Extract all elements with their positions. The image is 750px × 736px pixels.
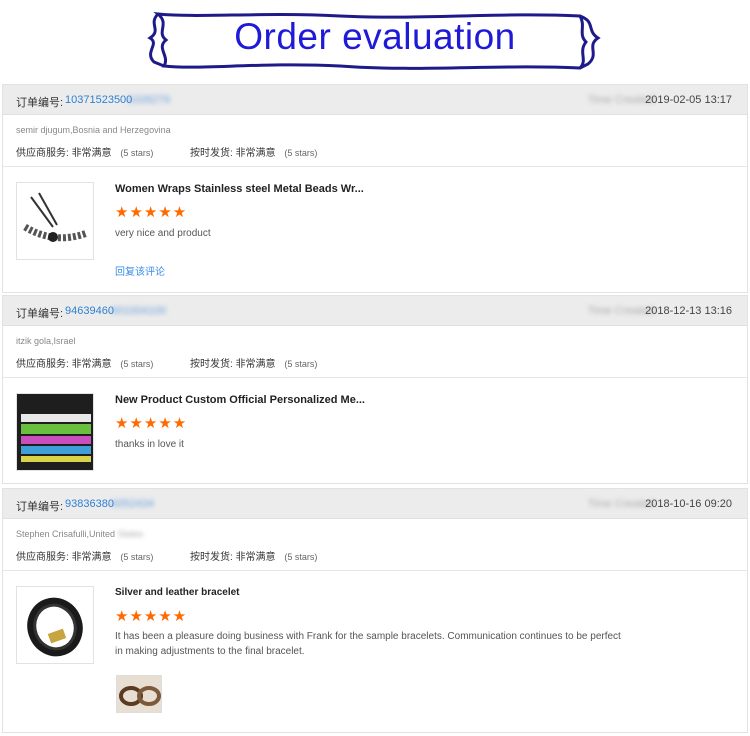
review-photo[interactable] xyxy=(116,675,162,713)
star-rating-icon: ★★★★★ xyxy=(115,608,188,625)
shipping-rating: 按时发货: 非常满意 (5 stars) xyxy=(190,144,317,159)
supplier-service-rating: 供应商服务: 非常满意 (5 stars) xyxy=(16,144,153,159)
order-number-label: 订单编号: xyxy=(16,97,64,109)
rating-value: 非常满意 xyxy=(235,552,276,563)
rating-stars-text: (5 stars) xyxy=(120,148,154,158)
order-card: 订单编号: 10371523500 1028279 Time Created: … xyxy=(2,84,748,293)
shipping-rating: 按时发货: 非常满意 (5 stars) xyxy=(190,355,317,370)
buyer-name: Stephen Crisafulli,United States xyxy=(16,529,143,539)
rating-value: 非常满意 xyxy=(71,148,112,159)
order-number-label: 订单编号: xyxy=(16,501,64,513)
review-comment: thanks in love it xyxy=(115,439,184,450)
supplier-service-label: 供应商服务: xyxy=(16,359,69,370)
order-number[interactable]: 10371523500 xyxy=(65,94,132,106)
rating-stars-text: (5 stars) xyxy=(284,359,318,369)
product-title[interactable]: New Product Custom Official Personalized… xyxy=(115,394,365,406)
product-thumbnail[interactable] xyxy=(16,393,94,471)
order-number[interactable]: 94639460 xyxy=(65,305,114,317)
review-comment: very nice and product xyxy=(115,228,211,239)
rating-value: 非常满意 xyxy=(71,359,112,370)
shipping-rating: 按时发货: 非常满意 (5 stars) xyxy=(190,548,317,563)
buyer-name-text: Stephen Crisafulli,United xyxy=(16,529,116,539)
order-date: 2019-02-05 13:17 xyxy=(645,94,732,106)
buyer-name: semir djugum,Bosnia and Herzegovina xyxy=(16,125,171,135)
buyer-name: itzik gola,Israel xyxy=(16,336,76,346)
order-card: 订单编号: 94639460 001004100 Time Created: 2… xyxy=(2,295,748,484)
star-rating-icon: ★★★★★ xyxy=(115,204,188,221)
rating-stars-text: (5 stars) xyxy=(284,552,318,562)
order-date: 2018-10-16 09:20 xyxy=(645,498,732,510)
order-number-redacted: 1028279 xyxy=(127,94,170,106)
shipping-label: 按时发货: xyxy=(190,552,233,563)
rating-stars-text: (5 stars) xyxy=(120,552,154,562)
supplier-service-label: 供应商服务: xyxy=(16,552,69,563)
star-rating-icon: ★★★★★ xyxy=(115,415,188,432)
buyer-info: Stephen Crisafulli,United States 供应商服务: … xyxy=(3,519,747,571)
product-title[interactable]: Silver and leather bracelet xyxy=(115,587,240,598)
rating-stars-text: (5 stars) xyxy=(284,148,318,158)
rating-value: 非常满意 xyxy=(235,359,276,370)
order-number-label: 订单编号: xyxy=(16,308,64,320)
order-number-redacted: 0052434 xyxy=(111,498,154,510)
supplier-service-label: 供应商服务: xyxy=(16,148,69,159)
reply-link[interactable]: 回复该评论 xyxy=(115,263,165,278)
supplier-service-rating: 供应商服务: 非常满意 (5 stars) xyxy=(16,548,153,563)
rating-stars-text: (5 stars) xyxy=(120,359,154,369)
order-number-redacted: 001004100 xyxy=(111,305,167,317)
order-card: 订单编号: 93836380 0052434 Time Created: 201… xyxy=(2,488,748,733)
rating-value: 非常满意 xyxy=(235,148,276,159)
order-header: 订单编号: 93836380 0052434 Time Created: 201… xyxy=(3,489,747,519)
order-header: 订单编号: 94639460 001004100 Time Created: 2… xyxy=(3,296,747,326)
order-number[interactable]: 93836380 xyxy=(65,498,114,510)
product-title[interactable]: Women Wraps Stainless steel Metal Beads … xyxy=(115,183,364,195)
order-date: 2018-12-13 13:16 xyxy=(645,305,732,317)
buyer-info: semir djugum,Bosnia and Herzegovina 供应商服… xyxy=(3,115,747,167)
review-comment: It has been a pleasure doing business wi… xyxy=(115,631,621,657)
buyer-info: itzik gola,Israel 供应商服务: 非常满意 (5 stars) … xyxy=(3,326,747,378)
shipping-label: 按时发货: xyxy=(190,148,233,159)
product-thumbnail[interactable] xyxy=(16,182,94,260)
supplier-service-rating: 供应商服务: 非常满意 (5 stars) xyxy=(16,355,153,370)
shipping-label: 按时发货: xyxy=(190,359,233,370)
page-banner: Order evaluation xyxy=(0,0,750,80)
buyer-name-redacted: States xyxy=(117,529,144,539)
product-thumbnail[interactable] xyxy=(16,586,94,664)
rating-value: 非常满意 xyxy=(71,552,112,563)
banner-title: Order evaluation xyxy=(234,16,516,57)
order-header: 订单编号: 10371523500 1028279 Time Created: … xyxy=(3,85,747,115)
